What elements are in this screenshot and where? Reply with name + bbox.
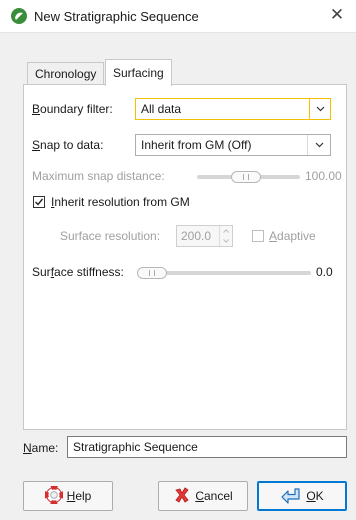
- boundary-filter-value: All data: [141, 102, 182, 116]
- title-bar: New Stratigraphic Sequence ✕: [0, 0, 356, 33]
- inherit-resolution-checkbox[interactable]: [33, 196, 45, 208]
- name-label: Name:: [23, 441, 59, 455]
- surface-resolution-label: Surface resolution:: [60, 229, 161, 243]
- app-logo-icon: [11, 8, 27, 24]
- surface-stiffness-thumb[interactable]: [137, 267, 167, 279]
- cancel-button-label: Cancel: [195, 489, 233, 503]
- tab-surfacing[interactable]: Surfacing: [105, 59, 172, 86]
- snap-to-data-value: Inherit from GM (Off): [141, 138, 252, 152]
- chevron-down-icon[interactable]: [309, 98, 331, 120]
- max-snap-distance-value: 100.00: [305, 169, 342, 183]
- cancel-x-icon: [173, 486, 191, 507]
- surface-stiffness-value: 0.0: [316, 265, 333, 279]
- surfacing-panel: Boundary filter: All data Snap to data: …: [23, 84, 347, 430]
- cancel-button[interactable]: Cancel: [158, 481, 248, 511]
- lifebuoy-icon: [44, 485, 64, 507]
- window-title: New Stratigraphic Sequence: [34, 9, 199, 24]
- adaptive-label: Adaptive: [269, 229, 316, 243]
- spin-up-icon[interactable]: [220, 226, 232, 236]
- name-input[interactable]: Stratigraphic Sequence: [67, 436, 347, 458]
- spin-down-icon[interactable]: [220, 236, 232, 246]
- adaptive-checkbox[interactable]: [252, 230, 264, 242]
- max-snap-distance-label: Maximum snap distance:: [32, 169, 165, 183]
- ok-arrow-icon: [280, 486, 302, 507]
- max-snap-distance-thumb[interactable]: [231, 171, 261, 183]
- name-value: Stratigraphic Sequence: [73, 440, 198, 454]
- boundary-filter-label: Boundary filter:: [32, 102, 113, 116]
- help-button-label: Help: [66, 489, 92, 503]
- ok-button[interactable]: OK: [257, 481, 347, 511]
- snap-to-data-label: Snap to data:: [32, 138, 104, 152]
- ok-button-label: OK: [306, 489, 324, 503]
- surface-resolution-spinbox[interactable]: 200.0: [176, 225, 233, 247]
- boundary-filter-select[interactable]: All data: [135, 98, 331, 120]
- close-icon[interactable]: ✕: [328, 6, 346, 24]
- tab-chronology[interactable]: Chronology: [27, 62, 105, 85]
- inherit-resolution-label: Inherit resolution from GM: [51, 195, 190, 209]
- help-button[interactable]: Help: [23, 481, 113, 511]
- surface-stiffness-label: Surface stiffness:: [32, 265, 124, 279]
- spin-buttons[interactable]: [219, 226, 232, 246]
- chevron-down-icon[interactable]: [307, 135, 330, 155]
- surface-resolution-value: 200.0: [181, 229, 212, 243]
- snap-to-data-select[interactable]: Inherit from GM (Off): [135, 134, 331, 156]
